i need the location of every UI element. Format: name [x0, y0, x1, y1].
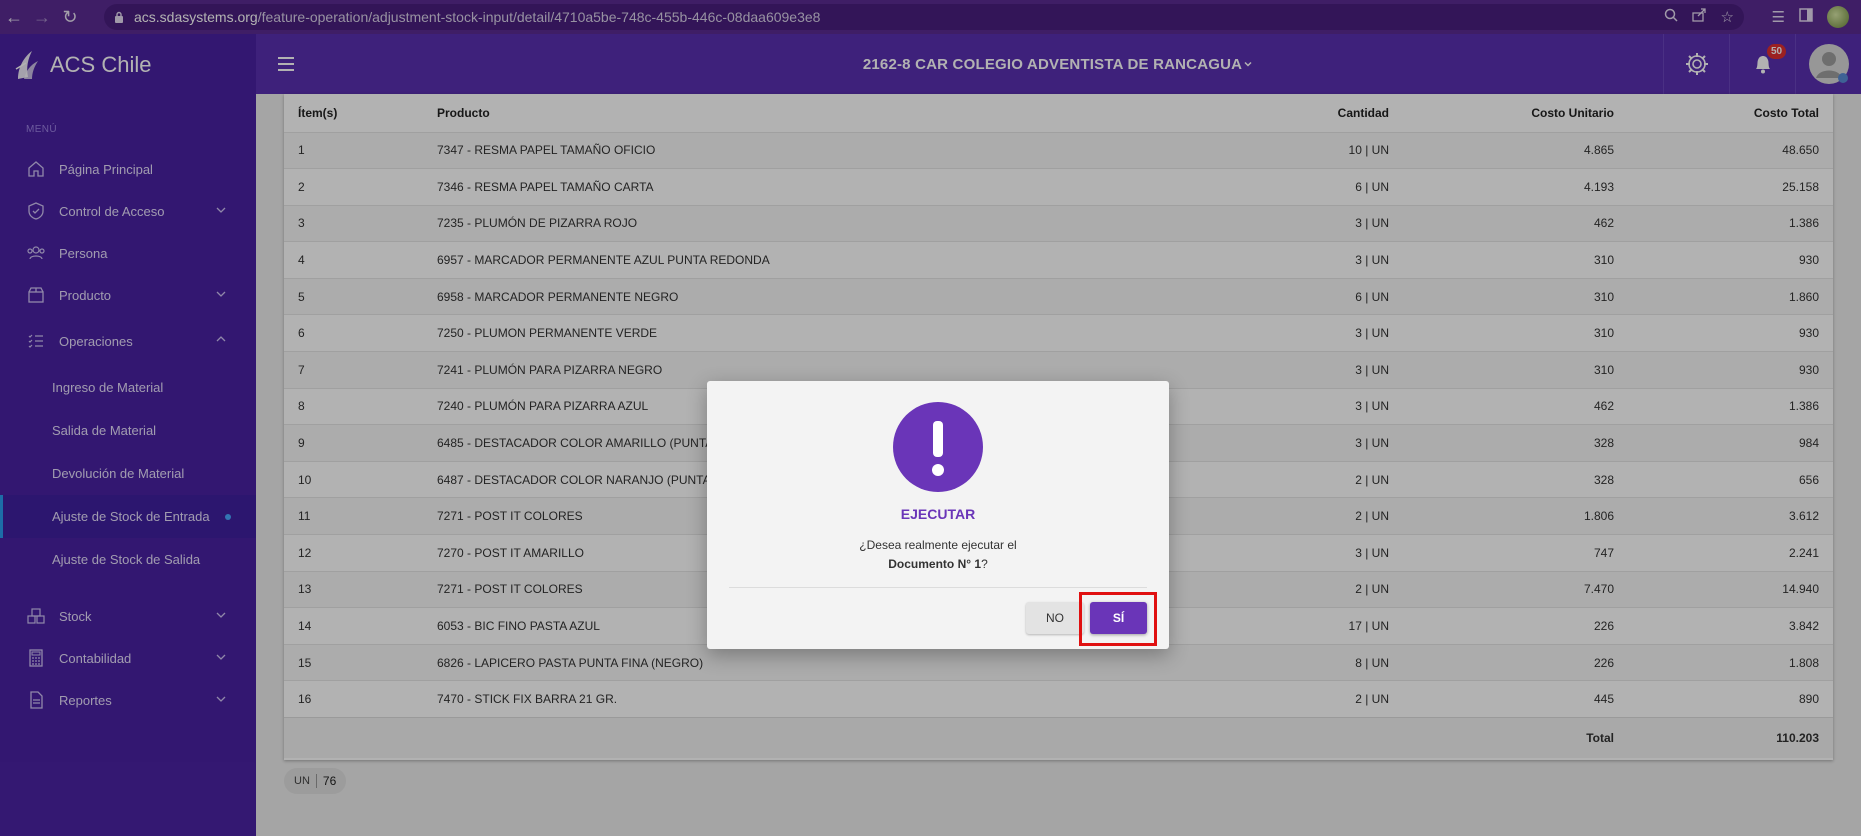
exclamation-dot: [932, 464, 944, 476]
dialog-question: ¿Desea realmente ejecutar el: [859, 538, 1017, 552]
exclamation-icon: [893, 402, 983, 492]
dialog-message: ¿Desea realmente ejecutar el Documento N…: [707, 536, 1169, 574]
yes-button[interactable]: SÍ: [1090, 602, 1147, 634]
no-button[interactable]: NO: [1026, 602, 1084, 634]
exclamation-bar: [933, 421, 943, 457]
dialog-document: Documento N° 1: [888, 557, 982, 571]
dialog-divider: [729, 587, 1147, 588]
dialog-title: EJECUTAR: [900, 506, 976, 522]
confirm-dialog: EJECUTAR ¿Desea realmente ejecutar el Do…: [707, 381, 1169, 649]
dialog-question-end: ?: [981, 557, 988, 571]
